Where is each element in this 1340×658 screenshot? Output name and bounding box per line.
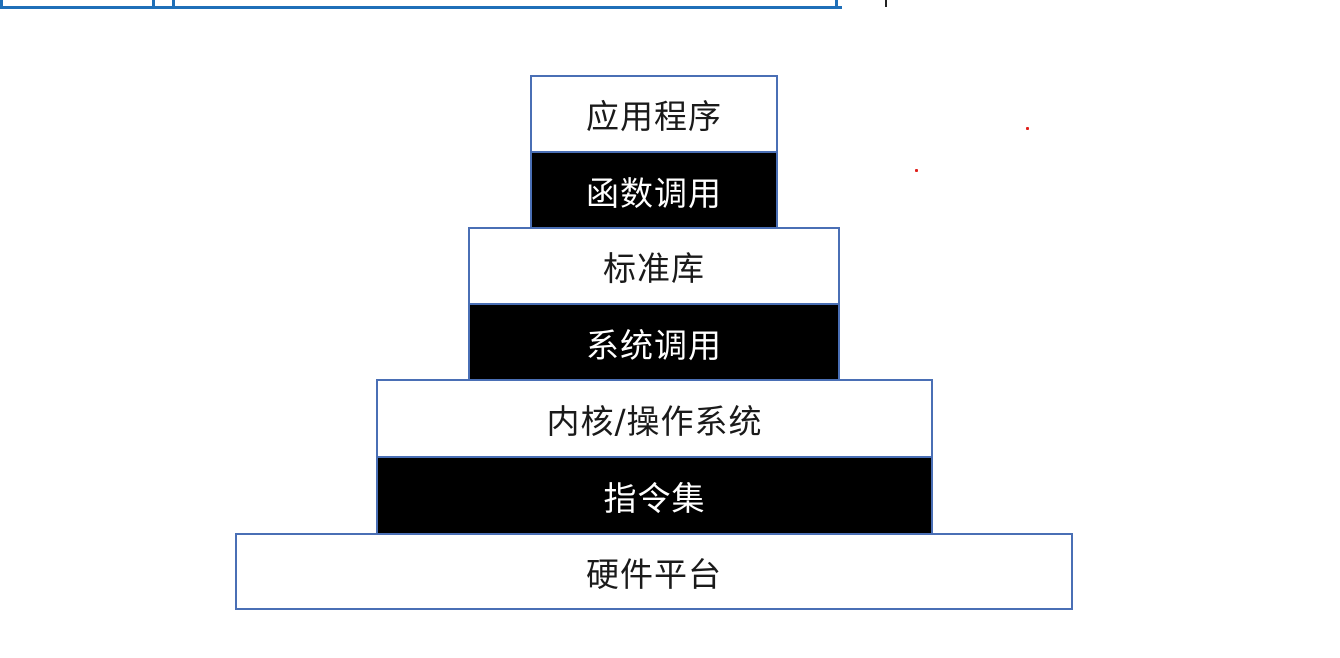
- layer-label: 内核/操作系统: [546, 401, 763, 441]
- underline-stub: [172, 0, 175, 6]
- stray-dot: [915, 169, 918, 172]
- layer-hardware-platform: 硬件平台: [235, 533, 1073, 610]
- layer-label: 应用程序: [586, 97, 722, 136]
- layer-label: 硬件平台: [586, 554, 722, 594]
- underline-stub: [835, 0, 838, 6]
- underline-bar: [0, 6, 842, 9]
- layer-label: 指令集: [603, 478, 706, 518]
- text-cursor-mark: [885, 0, 887, 7]
- top-underline: [0, 0, 842, 9]
- underline-stub: [152, 0, 155, 6]
- layer-function-call: 函数调用: [530, 153, 778, 228]
- layer-system-call: 系统调用: [468, 305, 840, 380]
- layer-label: 系统调用: [586, 325, 722, 365]
- layer-label: 函数调用: [586, 173, 722, 213]
- stray-dot: [1026, 127, 1029, 130]
- underline-stub: [0, 0, 3, 6]
- layer-label: 标准库: [603, 249, 705, 288]
- layer-kernel-os: 内核/操作系统: [376, 379, 933, 458]
- layer-standard-library: 标准库: [468, 227, 840, 305]
- layer-application: 应用程序: [530, 75, 778, 153]
- layer-instruction-set: 指令集: [376, 458, 933, 533]
